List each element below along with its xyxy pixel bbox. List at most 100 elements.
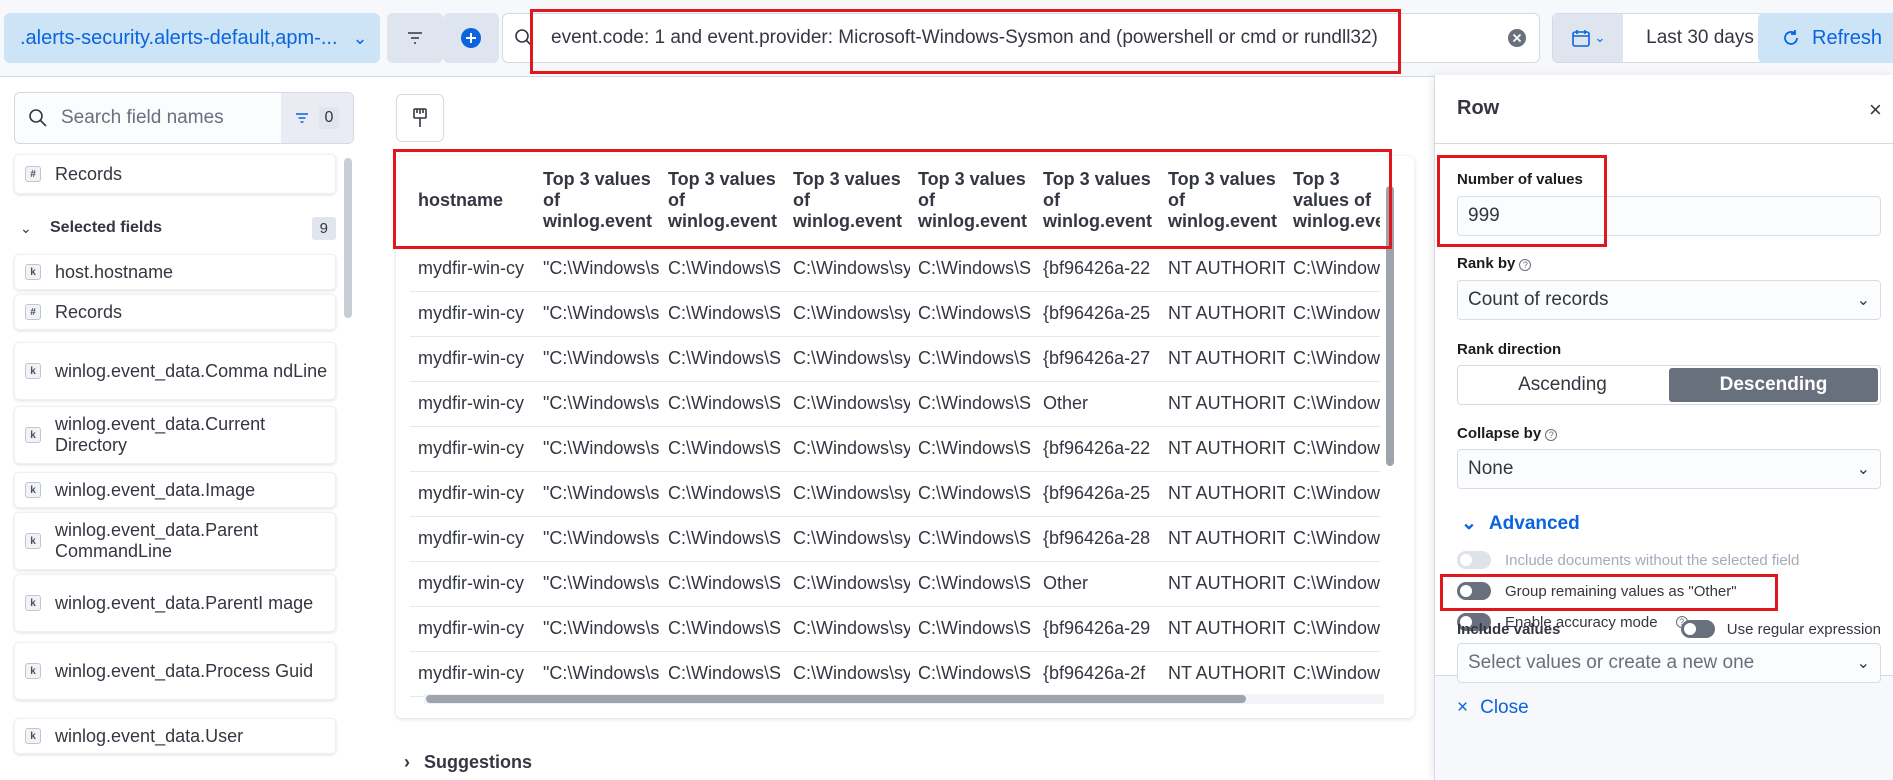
table-cell[interactable]: C:\Windows\S	[910, 471, 1035, 517]
calendar-icon[interactable]: ⌄	[1553, 14, 1623, 62]
column-header[interactable]: Top 3 values of winlog.event	[660, 156, 785, 247]
table-cell[interactable]: C:\Windows\S	[660, 381, 785, 427]
table-cell[interactable]: mydfir-win-cy	[410, 606, 535, 652]
table-cell[interactable]: C:\Windows	[1285, 516, 1380, 562]
number-of-values-input[interactable]: 999	[1457, 196, 1881, 236]
table-cell[interactable]: mydfir-win-cy	[410, 381, 535, 427]
descending-button[interactable]: Descending	[1669, 368, 1878, 402]
column-header[interactable]: Top 3 values of winlog.event	[1160, 156, 1285, 247]
table-cell[interactable]: C:\Windows\S	[660, 471, 785, 517]
table-cell[interactable]: Other	[1035, 561, 1160, 607]
table-cell[interactable]: NT AUTHORIT	[1160, 561, 1285, 607]
table-cell[interactable]: C:\Windows	[1285, 246, 1380, 292]
table-cell[interactable]: C:\Windows\S	[910, 381, 1035, 427]
suggestions-toggle[interactable]: › Suggestions	[404, 752, 532, 773]
field-item[interactable]: k winlog.event_data.Parent CommandLine	[14, 512, 336, 570]
close-icon[interactable]: ×	[1869, 97, 1882, 123]
table-cell[interactable]: "C:\Windows\s	[535, 246, 660, 292]
table-cell[interactable]: C:\Windows\sy	[785, 516, 910, 562]
column-header[interactable]: Top 3 values of winlog.event	[535, 156, 660, 247]
selected-fields-header[interactable]: ⌄ Selected fields 9	[20, 212, 336, 244]
field-item[interactable]: k winlog.event_data.User	[14, 718, 336, 754]
column-header[interactable]: hostname	[410, 156, 535, 247]
brush-button[interactable]	[396, 94, 444, 142]
table-cell[interactable]: {bf96426a-27	[1035, 336, 1160, 382]
table-cell[interactable]: C:\Windows\sy	[785, 336, 910, 382]
column-header[interactable]: Top 3 values of winlog.event	[785, 156, 910, 247]
table-cell[interactable]: C:\Windows\sy	[785, 426, 910, 472]
table-cell[interactable]: C:\Windows\sy	[785, 561, 910, 607]
table-cell[interactable]: "C:\Windows\s	[535, 426, 660, 472]
clear-query-icon[interactable]	[1495, 28, 1539, 48]
query-input[interactable]: event.code: 1 and event.provider: Micros…	[545, 27, 1495, 49]
table-cell[interactable]: C:\Windows\S	[660, 336, 785, 382]
table-cell[interactable]: C:\Windows	[1285, 651, 1380, 697]
table-cell[interactable]: NT AUTHORIT	[1160, 606, 1285, 652]
table-cell[interactable]: C:\Windows\S	[660, 561, 785, 607]
field-filter-button[interactable]: 0	[281, 93, 353, 143]
table-cell[interactable]: "C:\Windows\s	[535, 651, 660, 697]
field-search[interactable]: Search field names 0	[14, 92, 354, 144]
table-cell[interactable]: "C:\Windows\s	[535, 561, 660, 607]
table-cell[interactable]: C:\Windows\S	[660, 606, 785, 652]
table-cell[interactable]: C:\Windows\sy	[785, 606, 910, 652]
rank-by-select[interactable]: Count of records ⌄	[1457, 280, 1881, 320]
include-values-combobox[interactable]: Select values or create a new one ⌄	[1457, 643, 1881, 683]
table-cell[interactable]: C:\Windows\S	[910, 426, 1035, 472]
table-cell[interactable]: mydfir-win-cy	[410, 471, 535, 517]
table-cell[interactable]: C:\Windows	[1285, 606, 1380, 652]
table-cell[interactable]: C:\Windows\S	[660, 516, 785, 562]
table-cell[interactable]: C:\Windows\S	[910, 246, 1035, 292]
table-cell[interactable]: C:\Windows\S	[910, 606, 1035, 652]
table-cell[interactable]: mydfir-win-cy	[410, 561, 535, 607]
table-cell[interactable]: C:\Windows\S	[660, 426, 785, 472]
table-cell[interactable]: NT AUTHORIT	[1160, 246, 1285, 292]
table-cell[interactable]: C:\Windows\sy	[785, 246, 910, 292]
refresh-button[interactable]: Refresh	[1758, 13, 1893, 63]
data-view-selector[interactable]: .alerts-security.alerts-default,apm-... …	[4, 13, 380, 63]
table-cell[interactable]: "C:\Windows\s	[535, 336, 660, 382]
table-cell[interactable]: {bf96426a-29	[1035, 606, 1160, 652]
date-range-text[interactable]: Last 30 days	[1623, 27, 1777, 49]
table-cell[interactable]: {bf96426a-25	[1035, 471, 1160, 517]
table-cell[interactable]: C:\Windows	[1285, 471, 1380, 517]
table-cell[interactable]: C:\Windows\S	[660, 651, 785, 697]
table-cell[interactable]: {bf96426a-25	[1035, 291, 1160, 337]
table-cell[interactable]: {bf96426a-22	[1035, 426, 1160, 472]
table-cell[interactable]: C:\Windows\S	[910, 336, 1035, 382]
table-cell[interactable]: C:\Windows\sy	[785, 651, 910, 697]
field-item-records[interactable]: # Records	[14, 154, 336, 194]
table-cell[interactable]: "C:\Windows\s	[535, 381, 660, 427]
table-vertical-scrollbar[interactable]	[1386, 186, 1394, 466]
table-horizontal-scrollbar[interactable]	[424, 694, 1384, 704]
table-cell[interactable]: C:\Windows\S	[910, 516, 1035, 562]
table-cell[interactable]: C:\Windows	[1285, 381, 1380, 427]
table-cell[interactable]: NT AUTHORIT	[1160, 651, 1285, 697]
table-cell[interactable]: C:\Windows\sy	[785, 381, 910, 427]
add-filter-button[interactable]	[443, 13, 499, 63]
table-cell[interactable]: Other	[1035, 381, 1160, 427]
regex-switch[interactable]	[1680, 620, 1715, 638]
field-item[interactable]: # Records	[14, 294, 336, 330]
column-header[interactable]: Top 3 values of winlog.event	[1285, 156, 1380, 247]
close-button[interactable]: × Close	[1457, 697, 1529, 719]
table-cell[interactable]: C:\Windows\sy	[785, 291, 910, 337]
field-item[interactable]: k winlog.event_data.ParentI mage	[14, 574, 336, 632]
table-cell[interactable]: {bf96426a-28	[1035, 516, 1160, 562]
group-other-switch[interactable]	[1457, 582, 1491, 600]
table-cell[interactable]: C:\Windows\S	[910, 291, 1035, 337]
table-cell[interactable]: NT AUTHORIT	[1160, 471, 1285, 517]
field-item[interactable]: k winlog.event_data.Process Guid	[14, 642, 336, 700]
table-cell[interactable]: C:\Windows	[1285, 336, 1380, 382]
date-picker[interactable]: ⌄ Last 30 days	[1552, 13, 1778, 63]
field-item[interactable]: k winlog.event_data.Current Directory	[14, 406, 336, 464]
column-header[interactable]: Top 3 values of winlog.event	[910, 156, 1035, 247]
table-cell[interactable]: NT AUTHORIT	[1160, 426, 1285, 472]
include-docs-switch[interactable]	[1457, 551, 1491, 569]
table-cell[interactable]: mydfir-win-cy	[410, 651, 535, 697]
table-cell[interactable]: mydfir-win-cy	[410, 291, 535, 337]
filter-options-button[interactable]	[387, 13, 443, 63]
table-cell[interactable]: NT AUTHORIT	[1160, 291, 1285, 337]
table-cell[interactable]: C:\Windows\S	[660, 291, 785, 337]
table-cell[interactable]: C:\Windows	[1285, 561, 1380, 607]
